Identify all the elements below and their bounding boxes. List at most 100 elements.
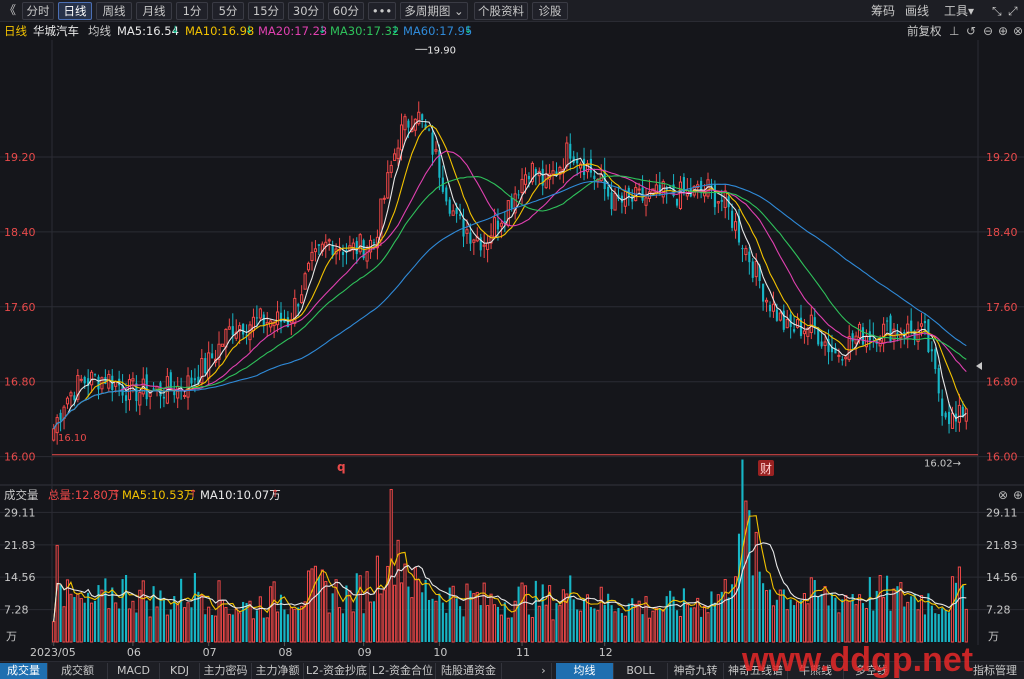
candle-body — [448, 199, 451, 214]
volume-bar — [337, 607, 342, 643]
low-label-right: 16.02→ — [924, 459, 961, 470]
volume-bar — [465, 583, 469, 643]
volume-bar — [410, 597, 414, 643]
dividend-marker[interactable]: q — [337, 460, 346, 474]
volume-bar — [882, 597, 886, 643]
volume-bar — [702, 605, 707, 643]
tab-right-0[interactable]: 均线 — [556, 663, 614, 679]
volume-bar — [300, 605, 304, 643]
tab-left-7[interactable]: L2-资金合位 — [370, 663, 436, 679]
volume-bar — [431, 598, 434, 642]
tab-left-4[interactable]: 主力密码 — [200, 663, 252, 679]
volume-bar — [809, 577, 813, 643]
volume-bar — [620, 613, 623, 642]
volume-bar — [193, 572, 196, 642]
volume-unit-right: 万 — [988, 630, 999, 643]
volume-bar — [561, 589, 565, 643]
volume-bar — [706, 612, 710, 643]
volume-bar — [692, 607, 696, 643]
volume-legend: 成交量 总量:12.80万 ↑ MA5:10.53万 ↑ MA10:10.07万… — [0, 486, 1024, 504]
volume-bar — [207, 606, 211, 643]
volume-bar — [651, 610, 655, 643]
volume-bar — [682, 588, 685, 642]
volume-bar — [69, 593, 73, 643]
volume-bar — [165, 614, 169, 643]
volume-bar — [331, 593, 334, 642]
volume-bar — [445, 612, 448, 642]
volume-bar — [903, 606, 906, 642]
candle-body — [204, 358, 207, 374]
volume-bar — [685, 603, 689, 643]
volume-bar — [789, 599, 792, 642]
volume-bar — [964, 608, 968, 643]
volume-ma10-up-arrow-icon: ↑ — [271, 489, 280, 500]
tab-indicator-manage[interactable]: 指标管理 — [966, 663, 1024, 679]
candle-body — [923, 321, 927, 324]
candle-body — [675, 198, 679, 206]
tab-left-1[interactable]: 成交额 — [48, 663, 108, 679]
volume-bar — [892, 588, 896, 643]
volume-bar — [834, 597, 837, 642]
candle-body — [403, 116, 407, 131]
candle-body — [851, 333, 854, 342]
volume-bar — [861, 603, 865, 642]
tab-left-8[interactable]: 陆股通资金 — [436, 663, 502, 679]
candle-body — [469, 232, 472, 244]
volume-settings-icon[interactable]: ⊗ — [998, 486, 1008, 504]
kline-chart[interactable]: 16.00 16.00 16.80 16.80 17.60 17.60 18.40 18.40… — [0, 0, 1024, 679]
tab-scroll-right-icon[interactable]: › — [536, 663, 552, 679]
volume-bar — [375, 555, 379, 643]
candle-body — [886, 320, 889, 322]
volume-bar — [558, 605, 562, 643]
volume-bar — [623, 615, 627, 643]
volume-bar — [434, 600, 438, 643]
volume-bar — [379, 593, 383, 643]
tab-right-2[interactable]: 神奇九转 — [668, 663, 724, 679]
candle-body — [331, 244, 334, 256]
x-tick-label-3: 08 — [278, 646, 292, 659]
candle-body — [569, 143, 572, 159]
volume-bar — [541, 584, 544, 642]
volume-bar — [417, 578, 421, 643]
price-tick-right-3: 18.40 — [986, 226, 1018, 239]
tab-left-3[interactable]: KDJ — [160, 663, 200, 679]
volume-bar — [73, 597, 76, 642]
tab-left-6[interactable]: L2-资金抄底 — [304, 663, 370, 679]
candle-body — [389, 164, 393, 173]
candle-body — [751, 261, 754, 278]
volume-bar — [93, 600, 97, 642]
tab-left-0[interactable]: 成交量 — [0, 663, 48, 679]
candle-body — [775, 309, 778, 321]
candle-body — [193, 378, 196, 381]
volume-bar — [751, 575, 754, 642]
candle-body — [186, 375, 190, 398]
candle-body — [906, 323, 910, 338]
volume-bar — [348, 590, 352, 643]
volume-bar — [813, 580, 816, 642]
tab-left-2[interactable]: MACD — [108, 663, 160, 679]
volume-bar — [327, 612, 331, 643]
volume-bar — [506, 617, 510, 643]
volume-bar — [847, 600, 851, 643]
volume-bar — [293, 608, 297, 643]
volume-bar — [286, 614, 289, 642]
volume-bar — [220, 599, 225, 643]
volume-bar — [520, 582, 524, 643]
volume-more-icon[interactable]: ⊕ — [1013, 486, 1023, 504]
volume-bar — [689, 607, 692, 642]
candle-body — [486, 242, 490, 250]
candle-body — [310, 251, 314, 261]
tab-left-5[interactable]: 主力净额 — [252, 663, 304, 679]
candle-body — [451, 210, 455, 216]
finance-marker[interactable]: 财 — [760, 462, 772, 476]
candle-body — [964, 408, 968, 422]
candle-body — [421, 114, 424, 121]
candle-body — [396, 147, 400, 159]
candle-body — [131, 378, 135, 382]
volume-bar — [441, 602, 444, 642]
volume-bar — [665, 596, 668, 642]
candle-body — [59, 412, 62, 420]
tab-right-1[interactable]: BOLL — [614, 663, 668, 679]
candle-body — [207, 352, 211, 379]
volume-bar — [324, 581, 328, 643]
